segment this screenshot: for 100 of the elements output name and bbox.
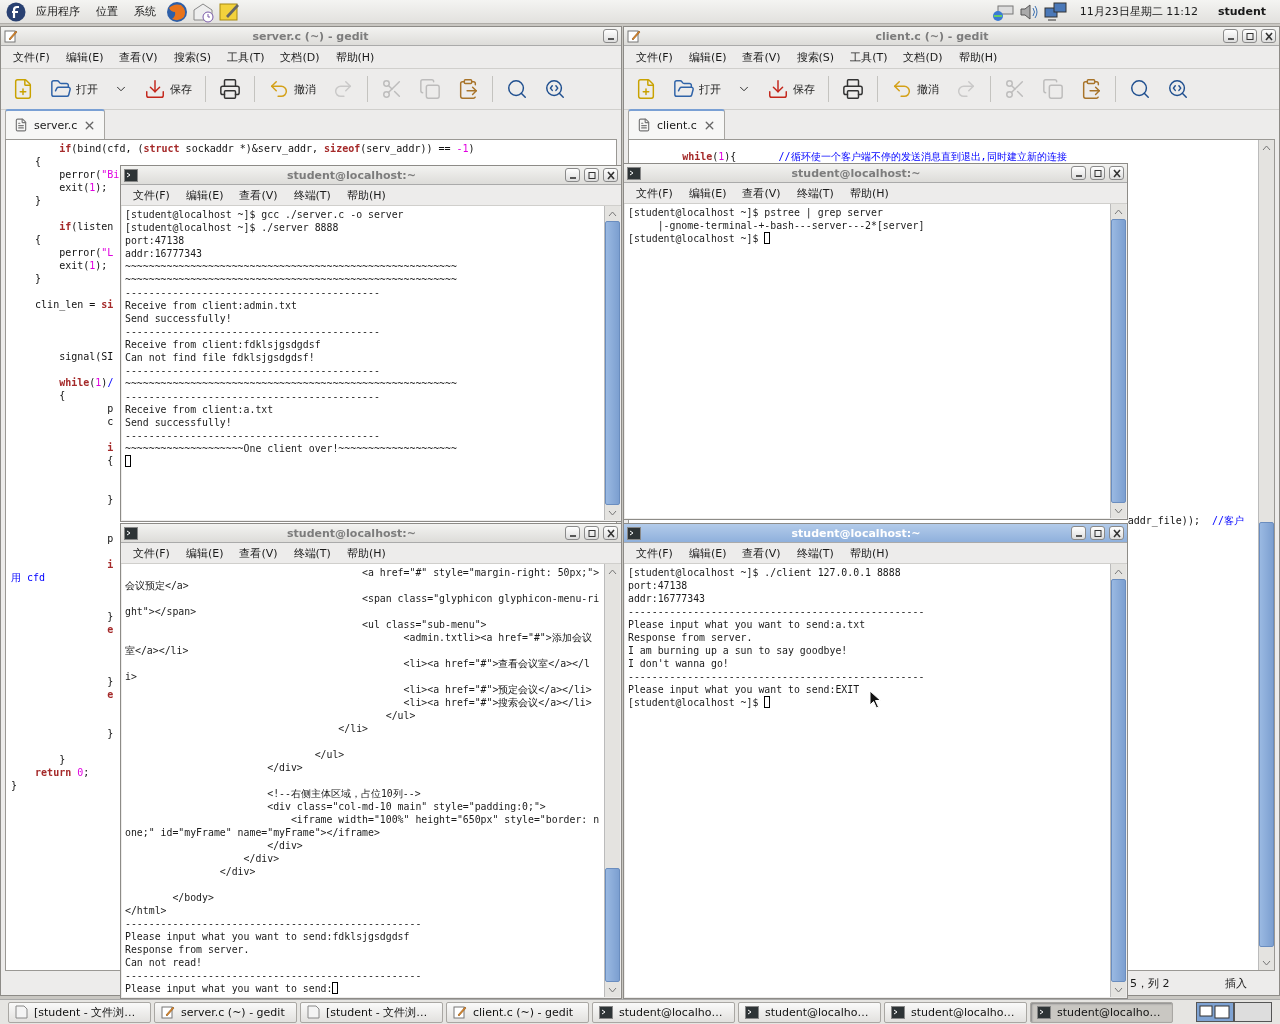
scrollbar[interactable] [604, 564, 620, 997]
scrollbar-thumb[interactable] [605, 867, 620, 982]
menu-item[interactable]: 编辑(E) [680, 49, 735, 65]
text-cursor [764, 696, 771, 708]
menu-item[interactable]: 文件(F) [125, 187, 178, 203]
maximize-button[interactable] [584, 168, 599, 182]
taskbar-item[interactable]: [student - 文件浏… [8, 1001, 151, 1023]
menu-item[interactable]: 工具(T) [842, 49, 896, 65]
taskbar-item[interactable]: server.c (~) - gedit [154, 1001, 297, 1023]
menu-item[interactable]: 编辑(E) [680, 185, 735, 201]
menu-item[interactable]: 查看(V) [231, 545, 286, 561]
taskbar-item[interactable]: student@localho… [592, 1001, 735, 1023]
save-button[interactable]: 保存 [139, 74, 197, 104]
scrollbar[interactable] [604, 206, 620, 520]
close-button[interactable] [603, 168, 618, 182]
menu-item[interactable]: 终端(T) [285, 545, 339, 561]
menu-item[interactable]: 文件(F) [125, 545, 178, 561]
close-button[interactable] [1109, 166, 1124, 180]
scrollbar[interactable] [1110, 204, 1126, 518]
menu-item[interactable]: 编辑(E) [57, 49, 112, 65]
scrollbar[interactable] [1258, 140, 1274, 970]
printer-icon [842, 78, 864, 100]
menu-item[interactable]: 搜索(S) [788, 49, 843, 65]
menu-item[interactable]: 查看(V) [734, 185, 789, 201]
close-icon [606, 528, 615, 538]
menu-item[interactable]: 帮助(H) [327, 49, 383, 65]
menu-item[interactable]: 帮助(H) [950, 49, 1006, 65]
undo-button[interactable]: 撤消 [263, 74, 321, 104]
menu-item[interactable]: 帮助(H) [841, 185, 897, 201]
close-button[interactable] [603, 526, 618, 540]
maximize-button[interactable] [1090, 166, 1105, 180]
menu-item[interactable]: 编辑(E) [177, 545, 232, 561]
menu-item[interactable]: 文件(F) [628, 545, 681, 561]
menu-item[interactable]: 编辑(E) [177, 187, 232, 203]
menu-item[interactable]: 文档(D) [272, 49, 328, 65]
menu-item[interactable]: 编辑(E) [680, 545, 735, 561]
menu-item[interactable]: 工具(T) [219, 49, 273, 65]
taskbar-item[interactable]: student@localho… [738, 1001, 881, 1023]
maximize-button[interactable] [1242, 29, 1257, 43]
close-button[interactable] [1109, 526, 1124, 540]
taskbar-item[interactable]: [student - 文件浏… [300, 1001, 443, 1023]
menu-item[interactable]: 帮助(H) [841, 545, 897, 561]
open-button[interactable]: 打开 [45, 74, 103, 104]
scroll-down-icon[interactable] [1262, 959, 1271, 966]
code-line: 用 cfd [11, 571, 46, 584]
minimize-button[interactable] [1071, 526, 1086, 540]
scroll-up-icon[interactable] [608, 210, 617, 217]
scrollbar-thumb[interactable] [1259, 522, 1274, 947]
document-tab[interactable]: server.c [5, 109, 106, 139]
menu-item[interactable]: 文件(F) [628, 49, 681, 65]
scroll-down-icon[interactable] [608, 509, 617, 516]
menu-item[interactable]: 查看(V) [111, 49, 166, 65]
scroll-down-icon[interactable] [1114, 507, 1123, 514]
user-name[interactable]: student [1209, 5, 1274, 18]
notepad-pencil-icon[interactable] [218, 0, 240, 23]
fedora-logo-icon[interactable] [6, 1, 26, 22]
minimize-button[interactable] [1071, 166, 1086, 180]
scrollbar-thumb[interactable] [1111, 219, 1126, 503]
menu-item[interactable]: 终端(T) [788, 545, 842, 561]
minimize-button[interactable] [565, 526, 580, 540]
scroll-up-icon[interactable] [608, 568, 617, 575]
menu-item[interactable]: 帮助(H) [338, 545, 394, 561]
menu-item[interactable]: 帮助(H) [338, 187, 394, 203]
maximize-button[interactable] [584, 526, 599, 540]
close-button[interactable] [1261, 29, 1276, 43]
scrollbar-thumb[interactable] [605, 221, 620, 505]
taskbar-item[interactable]: student@localho… [1030, 1001, 1173, 1023]
minimize-button[interactable] [1223, 29, 1238, 43]
menu-item[interactable]: 查看(V) [734, 49, 789, 65]
menu-item[interactable]: 文件(F) [5, 49, 58, 65]
panel-menu[interactable]: 系统 [128, 4, 162, 19]
maximize-button[interactable] [1090, 526, 1105, 540]
scroll-up-icon[interactable] [1114, 568, 1123, 575]
scroll-down-icon[interactable] [608, 986, 617, 993]
minimize-button[interactable] [603, 29, 618, 43]
menu-item[interactable]: 搜索(S) [165, 49, 220, 65]
menu-item[interactable]: 终端(T) [285, 187, 339, 203]
undo-button[interactable]: 撤消 [886, 74, 944, 104]
document-tab[interactable]: client.c [628, 109, 725, 139]
browser-icon[interactable] [166, 0, 188, 23]
menu-item[interactable]: 查看(V) [734, 545, 789, 561]
new-document-icon [635, 78, 657, 100]
panel-menu[interactable]: 应用程序 [30, 4, 86, 19]
scroll-up-icon[interactable] [1114, 208, 1123, 215]
panel-menu[interactable]: 位置 [90, 4, 124, 19]
open-button[interactable]: 打开 [668, 74, 726, 104]
volume-icon[interactable] [1017, 1, 1040, 22]
menu-item[interactable]: 查看(V) [231, 187, 286, 203]
menu-item[interactable]: 文件(F) [628, 185, 681, 201]
minimize-button[interactable] [565, 168, 580, 182]
menu-item[interactable]: 文档(D) [895, 49, 951, 65]
taskbar-item[interactable]: student@localho… [884, 1001, 1027, 1023]
scroll-down-icon[interactable] [1114, 986, 1123, 993]
workspace-switcher[interactable] [1196, 1002, 1272, 1022]
save-button[interactable]: 保存 [762, 74, 820, 104]
scroll-up-icon[interactable] [1262, 144, 1271, 151]
network-monitors-icon[interactable] [1043, 1, 1068, 22]
menu-item[interactable]: 终端(T) [788, 185, 842, 201]
taskbar-item[interactable]: client.c (~) - gedit [446, 1001, 589, 1023]
clock[interactable]: 11月23日星期二 11:12 [1071, 4, 1206, 19]
